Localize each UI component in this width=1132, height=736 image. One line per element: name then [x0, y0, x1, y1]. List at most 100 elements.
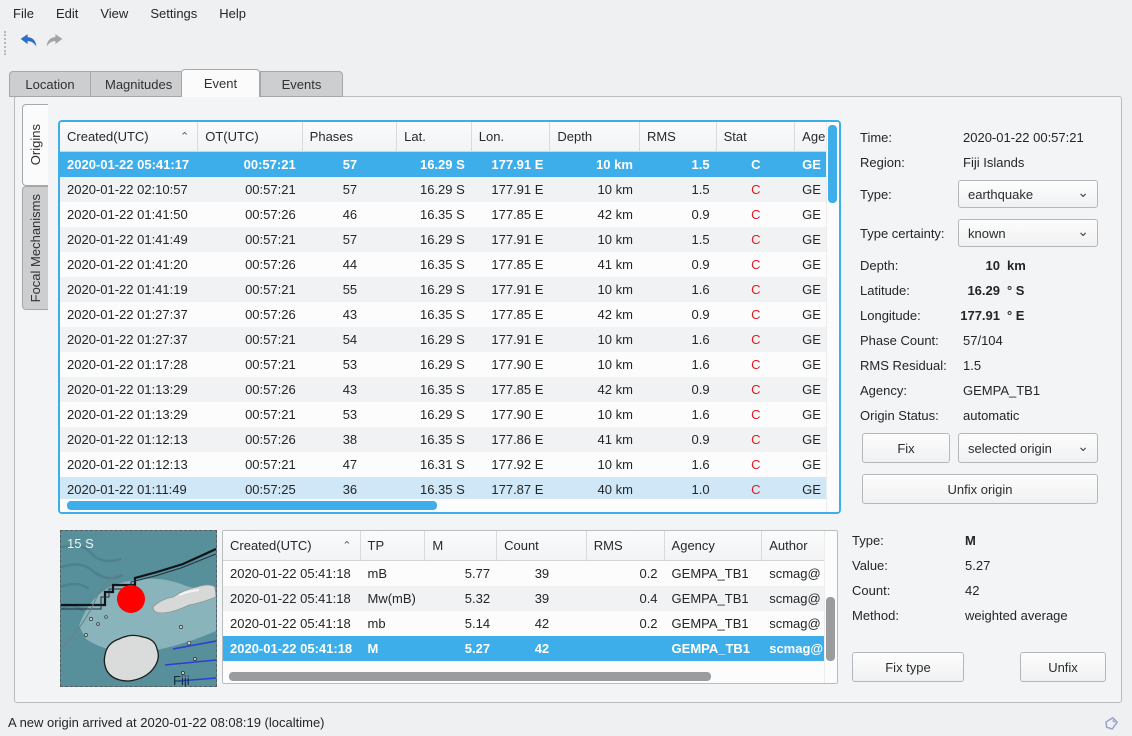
origin-row[interactable]: 2020-01-22 01:12:1300:57:263816.35 S177.… — [60, 427, 839, 452]
fix-button[interactable]: Fix — [862, 433, 950, 463]
origin-row[interactable]: 2020-01-22 01:17:2800:57:215316.29 S177.… — [60, 352, 839, 377]
magnitude-column-header[interactable]: Created(UTC)⌃ — [223, 531, 361, 561]
origin-row[interactable]: 2020-01-22 01:41:5000:57:264616.35 S177.… — [60, 202, 839, 227]
origin-column-header[interactable]: OT(UTC) — [198, 122, 302, 152]
origin-row[interactable]: 2020-01-22 01:41:2000:57:264416.35 S177.… — [60, 252, 839, 277]
origin-column-header[interactable]: Lat. — [397, 122, 472, 152]
fix-target-dropdown[interactable]: selected origin ⌄ — [958, 433, 1098, 463]
origin-row[interactable]: 2020-01-22 01:27:3700:57:215416.29 S177.… — [60, 327, 839, 352]
tab-magnitudes[interactable]: Magnitudes — [90, 71, 181, 97]
origin-cell: 00:57:26 — [198, 252, 302, 277]
origin-cell: 16.35 S — [397, 252, 472, 277]
origin-cell: 10 km — [550, 177, 640, 202]
type-dropdown[interactable]: earthquake ⌄ — [958, 180, 1098, 208]
origin-row[interactable]: 2020-01-22 01:41:1900:57:215516.29 S177.… — [60, 277, 839, 302]
origin-cell: 2020-01-22 01:27:37 — [60, 327, 198, 352]
origin-cell: 16.35 S — [397, 302, 472, 327]
magnitude-row[interactable]: 2020-01-22 05:41:18M5.2742GEMPA_TB1scmag… — [223, 636, 837, 661]
rms-residual-label: RMS Residual: — [860, 358, 947, 373]
origin-cell: 2020-01-22 01:17:28 — [60, 352, 198, 377]
magnitude-column-header[interactable]: M — [425, 531, 497, 561]
origin-row[interactable]: 2020-01-22 01:41:4900:57:215716.29 S177.… — [60, 227, 839, 252]
origin-row[interactable]: 2020-01-22 01:12:1300:57:214716.31 S177.… — [60, 452, 839, 477]
undo-button[interactable] — [15, 30, 41, 56]
origin-cell: 54 — [303, 327, 398, 352]
tab-location[interactable]: Location — [9, 71, 90, 97]
origin-cell: 43 — [303, 302, 398, 327]
magnitude-column-header[interactable]: TP — [361, 531, 426, 561]
origin-column-header[interactable]: Depth — [550, 122, 640, 152]
origin-cell: 1.6 — [640, 352, 717, 377]
origin-row[interactable]: 2020-01-22 01:13:2900:57:215316.29 S177.… — [60, 402, 839, 427]
magnitudes-horizontal-scrollbar[interactable] — [223, 670, 824, 683]
origin-cell: 42 km — [550, 202, 640, 227]
location-map[interactable]: 15 S Fiji — [60, 530, 217, 687]
magnitude-cell: 5.32 — [425, 586, 497, 611]
region-label: Region: — [860, 155, 905, 170]
magnitudes-vertical-scrollbar[interactable] — [824, 531, 837, 683]
origin-row[interactable]: 2020-01-22 05:41:1700:57:215716.29 S177.… — [60, 152, 839, 177]
magnitude-column-header[interactable]: RMS — [587, 531, 665, 561]
magnitude-row[interactable]: 2020-01-22 05:41:18mB5.77390.2GEMPA_TB1s… — [223, 561, 837, 586]
origin-cell: 00:57:21 — [198, 452, 302, 477]
magnitude-cell — [587, 636, 665, 661]
origin-column-header[interactable]: Phases — [303, 122, 398, 152]
origin-column-header[interactable]: Lon. — [472, 122, 551, 152]
magnitude-column-header[interactable]: Agency — [665, 531, 763, 561]
origin-cell: 57 — [303, 152, 398, 177]
origin-cell: 0.9 — [640, 252, 717, 277]
menu-help[interactable]: Help — [208, 2, 257, 25]
origin-cell: 1.6 — [640, 402, 717, 427]
origins-vertical-scrollbar[interactable] — [826, 122, 839, 512]
latitude-unit: ° S — [1007, 283, 1024, 298]
chevron-down-icon: ⌄ — [1077, 223, 1089, 240]
origin-cell: 177.90 E — [472, 402, 551, 427]
side-tab-focal-mechanisms[interactable]: Focal Mechanisms — [22, 186, 48, 310]
origin-cell: 53 — [303, 402, 398, 427]
mag-method-value: weighted average — [965, 608, 1068, 623]
magnitudes-hscroll-thumb[interactable] — [229, 672, 711, 681]
connection-tag-icon[interactable] — [1103, 715, 1120, 735]
menu-view[interactable]: View — [89, 2, 139, 25]
origins-horizontal-scrollbar[interactable] — [60, 499, 826, 512]
magnitude-column-header[interactable]: Count — [497, 531, 587, 561]
origin-cell: 177.90 E — [472, 352, 551, 377]
magnitudes-table[interactable]: Created(UTC)⌃TPMCountRMSAgencyAuthor 202… — [222, 530, 838, 684]
unfix-origin-button[interactable]: Unfix origin — [862, 474, 1098, 504]
tab-event[interactable]: Event — [181, 69, 260, 97]
origin-cell: 47 — [303, 452, 398, 477]
fix-type-button[interactable]: Fix type — [852, 652, 964, 682]
origin-cell: 2020-01-22 01:41:20 — [60, 252, 198, 277]
origin-header: Created(UTC)⌃OT(UTC)PhasesLat.Lon.DepthR… — [60, 122, 839, 152]
magnitudes-vscroll-thumb[interactable] — [826, 597, 835, 661]
region-value: Fiji Islands — [963, 155, 1024, 170]
menu-edit[interactable]: Edit — [45, 2, 89, 25]
origin-row[interactable]: 2020-01-22 01:13:2900:57:264316.35 S177.… — [60, 377, 839, 402]
origins-table[interactable]: Created(UTC)⌃OT(UTC)PhasesLat.Lon.DepthR… — [58, 120, 841, 514]
origins-hscroll-thumb[interactable] — [67, 501, 437, 510]
origin-cell: 2020-01-22 01:41:19 — [60, 277, 198, 302]
origin-cell: 16.29 S — [397, 152, 472, 177]
origin-row[interactable]: 2020-01-22 01:27:3700:57:264316.35 S177.… — [60, 302, 839, 327]
menu-file[interactable]: File — [2, 2, 45, 25]
origin-column-header[interactable]: RMS — [640, 122, 717, 152]
origin-column-header[interactable]: Stat — [717, 122, 796, 152]
type-certainty-dropdown[interactable]: known ⌄ — [958, 219, 1098, 247]
origin-column-header[interactable]: Created(UTC)⌃ — [60, 122, 198, 152]
magnitude-row[interactable]: 2020-01-22 05:41:18mb5.14420.2GEMPA_TB1s… — [223, 611, 837, 636]
menu-settings[interactable]: Settings — [139, 2, 208, 25]
tab-events[interactable]: Events — [260, 71, 343, 97]
side-tab-origins[interactable]: Origins — [22, 104, 48, 186]
redo-button[interactable] — [41, 30, 67, 56]
origin-cell: 177.91 E — [472, 327, 551, 352]
chevron-down-icon: ⌄ — [1077, 184, 1089, 201]
origin-cell: 177.91 E — [472, 227, 551, 252]
unfix-button[interactable]: Unfix — [1020, 652, 1106, 682]
map-image: 15 S Fiji — [61, 531, 216, 686]
origin-row[interactable]: 2020-01-22 02:10:5700:57:215716.29 S177.… — [60, 177, 839, 202]
toolbar-drag-handle[interactable] — [4, 31, 7, 55]
origin-cell: 0.9 — [640, 427, 717, 452]
origins-vscroll-thumb[interactable] — [828, 125, 837, 203]
magnitude-cell: 2020-01-22 05:41:18 — [223, 586, 361, 611]
magnitude-row[interactable]: 2020-01-22 05:41:18Mw(mB)5.32390.4GEMPA_… — [223, 586, 837, 611]
